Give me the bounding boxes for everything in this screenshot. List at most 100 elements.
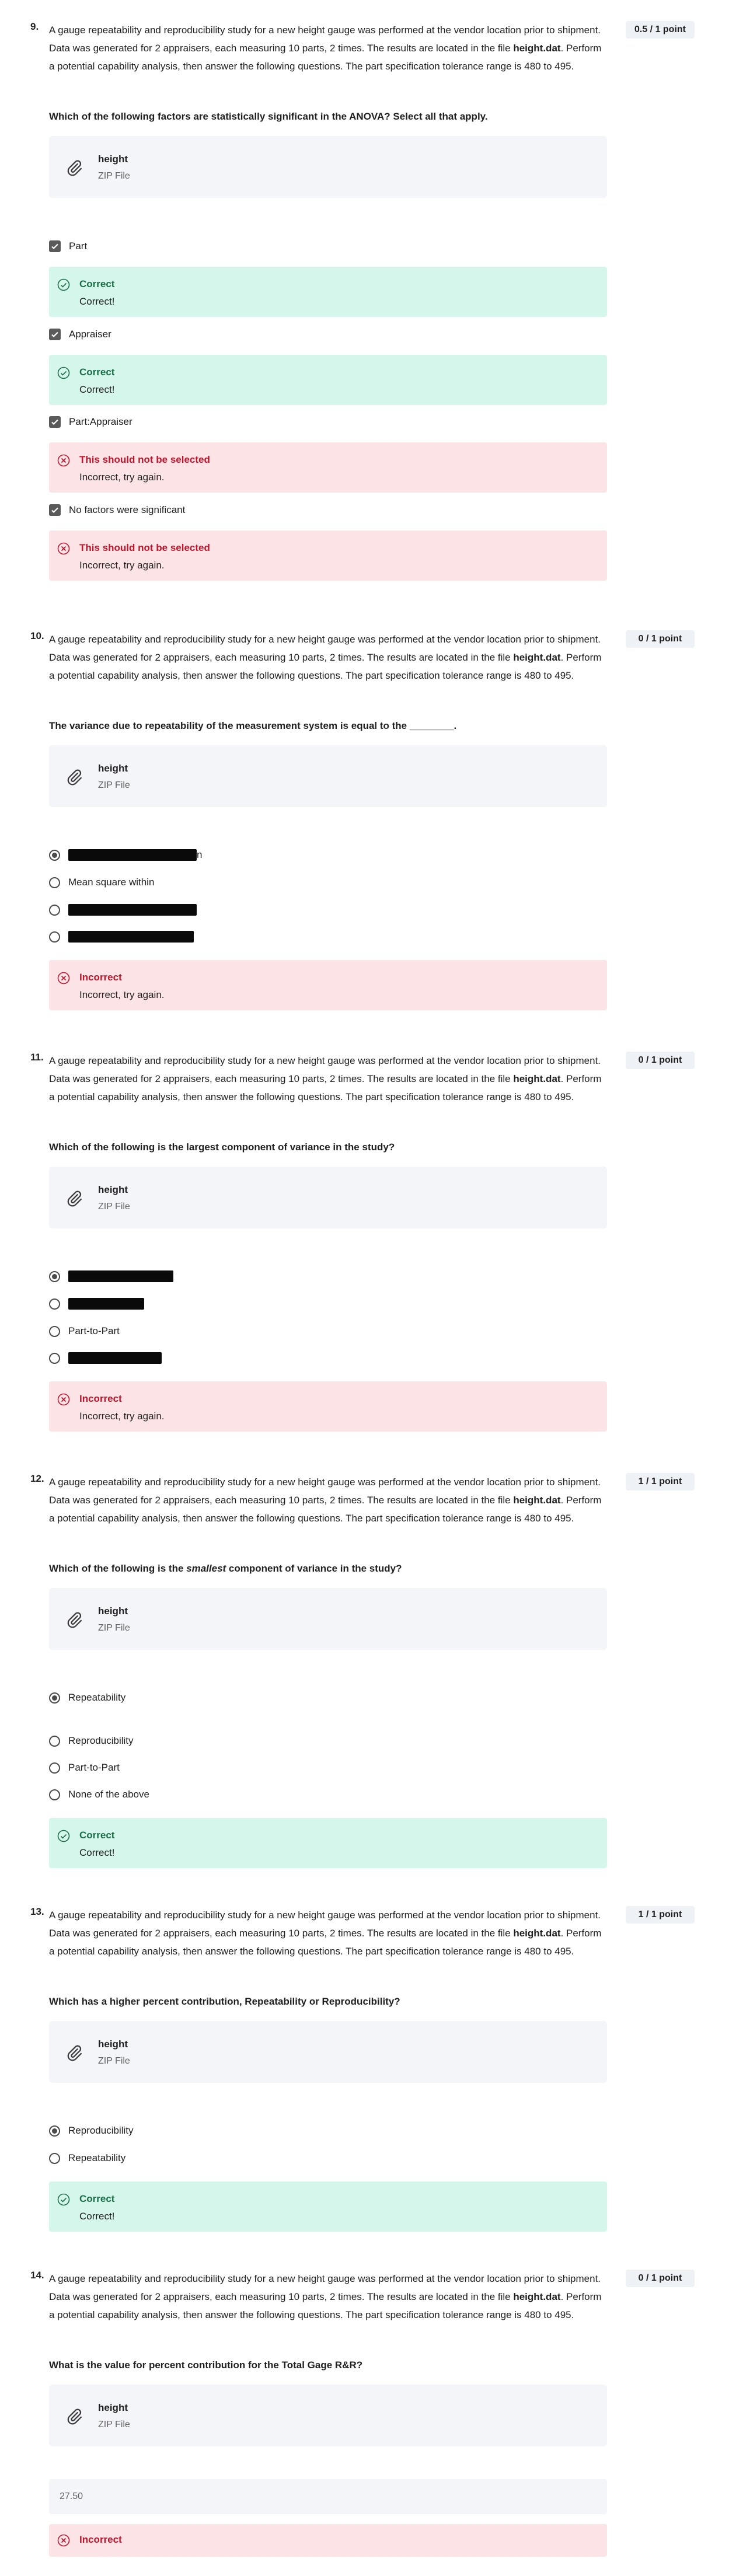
- redacted-label: [68, 931, 194, 943]
- feedback-correct: Correct Correct!: [49, 355, 607, 405]
- score-badge: 1 / 1 point: [626, 1473, 695, 1491]
- question-prompt: Which of the following factors are stati…: [49, 111, 488, 122]
- radio-unselected[interactable]: [49, 1325, 60, 1337]
- radio-option[interactable]: Repeatability: [49, 1690, 125, 1705]
- attachment-card[interactable]: height ZIP File: [49, 2021, 607, 2083]
- checkmark-icon: [51, 243, 58, 250]
- x-circle-icon: [57, 454, 70, 467]
- radio-option[interactable]: Repeatability: [49, 2151, 125, 2166]
- checkmark-icon: [51, 419, 58, 425]
- radio-selected[interactable]: [49, 2125, 60, 2137]
- question-prompt: The variance due to repeatability of the…: [49, 720, 457, 731]
- redacted-label: [68, 1270, 173, 1282]
- feedback-message: Incorrect, try again.: [79, 560, 165, 571]
- attachment-name: height: [98, 2039, 128, 2050]
- checkbox-checked[interactable]: [49, 329, 61, 340]
- answer-input[interactable]: 27.50: [49, 2479, 607, 2514]
- radio-unselected[interactable]: [49, 1352, 60, 1364]
- redacted-label: [68, 849, 197, 861]
- feedback-incorrect: This should not be selected Incorrect, t…: [49, 442, 607, 493]
- radio-option[interactable]: Part-to-Part: [49, 1760, 120, 1775]
- feedback-title: Correct: [79, 1830, 115, 1841]
- radio-unselected[interactable]: [49, 904, 60, 916]
- feedback-correct: Correct Correct!: [49, 1818, 607, 1868]
- checkbox-option[interactable]: Appraiser: [49, 327, 111, 342]
- feedback-message: Correct!: [79, 1847, 115, 1858]
- radio-option[interactable]: Part-to-Part: [49, 1324, 120, 1339]
- checkbox-option[interactable]: Part: [49, 239, 87, 254]
- attachment-card[interactable]: height ZIP File: [49, 1167, 607, 1228]
- feedback-title: Correct: [79, 2193, 115, 2204]
- x-circle-icon: [57, 972, 70, 985]
- radio-unselected[interactable]: [49, 931, 60, 943]
- radio-unselected[interactable]: [49, 1762, 60, 1774]
- radio-option[interactable]: [49, 1350, 162, 1366]
- checkbox-option[interactable]: Part:Appraiser: [49, 414, 132, 430]
- question-stem: A gauge repeatability and reproducibilit…: [49, 1477, 602, 1524]
- feedback-incorrect: This should not be selected Incorrect, t…: [49, 530, 607, 581]
- checkbox-checked[interactable]: [49, 416, 61, 428]
- radio-unselected[interactable]: [49, 1789, 60, 1800]
- x-circle-icon: [57, 1393, 70, 1406]
- feedback-title: This should not be selected: [79, 542, 210, 553]
- radio-selected[interactable]: [49, 1270, 60, 1282]
- question-number: 14.: [30, 2270, 44, 2281]
- feedback-incorrect: Incorrect Incorrect, try again.: [49, 1381, 607, 1432]
- feedback-message: Correct!: [79, 296, 115, 307]
- radio-unselected[interactable]: [49, 2152, 60, 2164]
- question-number: 12.: [30, 1473, 44, 1484]
- radio-unselected[interactable]: [49, 1298, 60, 1310]
- radio-option[interactable]: Mean square within: [49, 875, 154, 890]
- feedback-title: Incorrect: [79, 2534, 122, 2545]
- attachment-card[interactable]: height ZIP File: [49, 2385, 607, 2446]
- radio-option[interactable]: [49, 1296, 144, 1311]
- feedback-message: Incorrect, try again.: [79, 1411, 165, 1422]
- radio-option[interactable]: n: [49, 847, 202, 863]
- option-label: Reproducibility: [68, 1735, 134, 1746]
- score-badge: 0.5 / 1 point: [626, 21, 695, 39]
- radio-selected[interactable]: [49, 849, 60, 861]
- feedback-message: Correct!: [79, 384, 115, 395]
- feedback-correct: Correct Correct!: [49, 267, 607, 317]
- radio-option[interactable]: [49, 902, 197, 917]
- feedback-title: Incorrect: [79, 1393, 122, 1404]
- checkbox-checked[interactable]: [49, 504, 61, 516]
- radio-option[interactable]: None of the above: [49, 1787, 149, 1802]
- feedback-incorrect: Incorrect: [49, 2524, 607, 2557]
- attachment-name: height: [98, 1184, 128, 1195]
- attachment-card[interactable]: height ZIP File: [49, 136, 607, 198]
- paperclip-icon: [67, 2409, 82, 2425]
- radio-option[interactable]: Reproducibility: [49, 2123, 134, 2138]
- option-label: None of the above: [68, 1789, 149, 1800]
- feedback-title: This should not be selected: [79, 454, 210, 465]
- option-label: Part:Appraiser: [69, 416, 132, 427]
- question-stem: A gauge repeatability and reproducibilit…: [49, 2273, 602, 2320]
- attachment-card[interactable]: height ZIP File: [49, 1588, 607, 1650]
- radio-option[interactable]: [49, 929, 194, 944]
- redacted-label: [68, 1298, 144, 1310]
- radio-option[interactable]: [49, 1269, 173, 1284]
- checkbox-checked[interactable]: [49, 240, 61, 252]
- radio-unselected[interactable]: [49, 1735, 60, 1747]
- paperclip-icon: [67, 1612, 82, 1628]
- checkbox-option[interactable]: No factors were significant: [49, 502, 185, 518]
- score-badge: 0 / 1 point: [626, 1052, 695, 1069]
- feedback-message: Incorrect, try again.: [79, 989, 165, 1000]
- attachment-type: ZIP File: [98, 171, 130, 181]
- feedback-correct: Correct Correct!: [49, 2181, 607, 2232]
- radio-selected[interactable]: [49, 1692, 60, 1704]
- score-badge: 0 / 1 point: [626, 630, 695, 648]
- attachment-type: ZIP File: [98, 2056, 130, 2066]
- radio-unselected[interactable]: [49, 877, 60, 888]
- question-stem: A gauge repeatability and reproducibilit…: [49, 1910, 602, 1957]
- question-number: 11.: [30, 1052, 44, 1063]
- score-badge: 1 / 1 point: [626, 1906, 695, 1924]
- radio-option[interactable]: Reproducibility: [49, 1733, 134, 1748]
- check-circle-icon: [57, 366, 70, 379]
- checkmark-icon: [51, 507, 58, 514]
- attachment-card[interactable]: height ZIP File: [49, 745, 607, 807]
- option-label: Appraiser: [69, 329, 111, 340]
- option-label: Repeatability: [68, 2152, 126, 2163]
- attachment-name: height: [98, 2402, 128, 2413]
- option-label: n: [197, 849, 203, 860]
